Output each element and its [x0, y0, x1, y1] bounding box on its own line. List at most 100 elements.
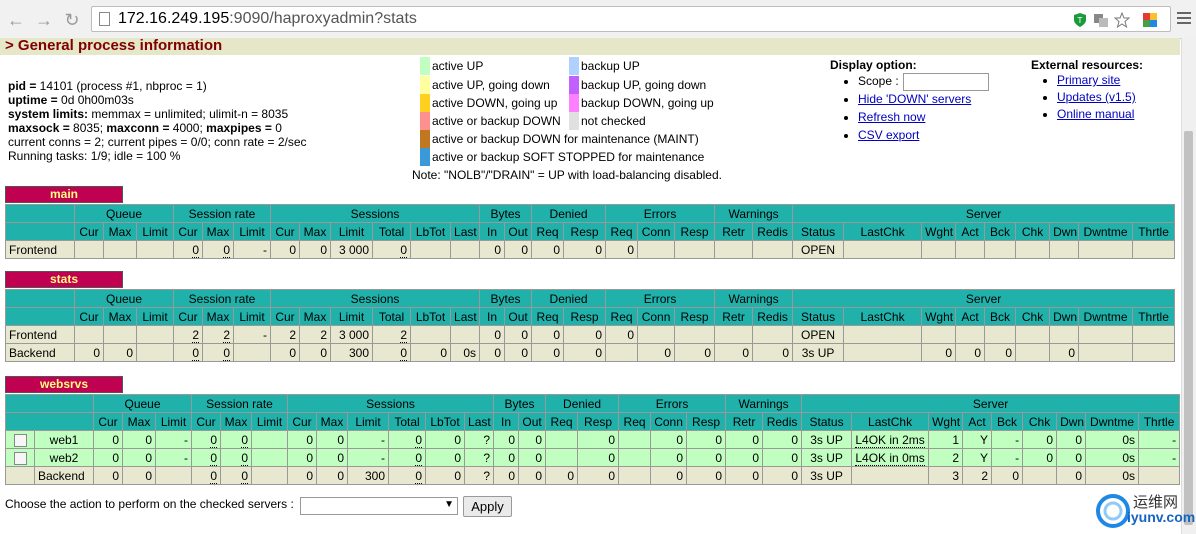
cell-max: 0: [316, 448, 349, 467]
group-header-errors: Errors: [605, 289, 716, 308]
column-header-bck: Bck: [984, 307, 1017, 326]
column-header-chk: Chk: [1022, 412, 1058, 431]
column-header-max: Max: [103, 307, 137, 326]
column-header-cur: Cur: [191, 412, 221, 431]
cell-resp: 0: [686, 466, 727, 485]
cell-last: [450, 240, 481, 259]
cell-dwntme: 0s: [1085, 448, 1140, 467]
scrollbar[interactable]: [1181, 38, 1196, 534]
column-header-total: Total: [372, 307, 412, 326]
cell-retr: 0: [725, 430, 764, 449]
cell-chk: [1015, 343, 1051, 362]
cell-lastchk: L4OK in 2ms: [851, 430, 930, 449]
maxsock-label: maxsock =: [8, 121, 74, 135]
legend-swatch: [569, 112, 579, 130]
cell-resp: 0: [686, 430, 727, 449]
proxy-title-websrvs[interactable]: websrvs: [5, 376, 123, 393]
column-header-max: Max: [220, 412, 252, 431]
shield-extension-icon[interactable]: T: [1072, 12, 1088, 28]
column-header-dwn: Dwn: [1049, 222, 1080, 241]
table-row-backend: Backend 0 0 0 0 0 0 300 0 0? 0 0 0 0 0 0 0 0 3s UP 3 2 0 0 0s: [5, 466, 1181, 485]
server-checkbox-web1[interactable]: [13, 433, 27, 447]
table-group-header: Queue Session rate Sessions Bytes Denied Erro…: [5, 394, 1181, 413]
cell-wght: 3: [928, 466, 964, 485]
group-header-warnings: Warnings: [725, 394, 803, 413]
online-manual-link[interactable]: Online manual: [1057, 107, 1134, 121]
cell-lastchk: [843, 325, 923, 344]
cell-wght: [921, 240, 957, 259]
cell-resp: 0: [577, 430, 620, 449]
column-header-lbtot: LbTot: [410, 307, 452, 326]
column-header-act: Act: [962, 412, 993, 431]
external-resources: External resources: Primary site Updates…: [1031, 58, 1143, 123]
cell-redis: [752, 325, 794, 344]
back-icon[interactable]: ←: [6, 10, 26, 30]
cell-req: 0: [605, 325, 639, 344]
cell-limit: [136, 240, 174, 259]
cell-req: [605, 343, 639, 362]
column-header-dwntme: Dwntme: [1085, 412, 1140, 431]
reload-icon[interactable]: ↻: [62, 10, 82, 30]
cell-lbtot: 0: [410, 343, 452, 362]
scrollbar-thumb[interactable]: [1184, 131, 1193, 525]
cell-dwn: 0: [1056, 466, 1087, 485]
cell-lbtot: [410, 240, 452, 259]
cell-resp: [674, 325, 716, 344]
cell-lbtot: 0: [425, 430, 466, 449]
cell-cur: 0: [93, 448, 123, 467]
row-label: Backend: [34, 466, 94, 485]
cell-cur: 0: [270, 240, 301, 259]
cell-last: 0s: [450, 343, 481, 362]
cell-req: [618, 430, 652, 449]
scope-input[interactable]: [902, 72, 989, 91]
cell-dwn: 0: [1056, 448, 1087, 467]
legend-note: Note: "NOLB"/"DRAIN" = UP with load-bala…: [412, 168, 722, 182]
maxpipes-value: 0: [275, 121, 282, 135]
csv-export-link[interactable]: CSV export: [858, 128, 919, 142]
star-icon[interactable]: [1114, 12, 1130, 28]
primary-site-link[interactable]: Primary site: [1057, 73, 1120, 87]
row-label[interactable]: web2: [34, 448, 94, 467]
hide-down-servers-link[interactable]: Hide 'DOWN' servers: [858, 92, 971, 106]
forward-icon[interactable]: →: [34, 10, 54, 30]
menu-icon[interactable]: [1177, 12, 1191, 26]
watermark: 运维网 iyunv.com: [1095, 487, 1195, 531]
cell-last: [450, 325, 481, 344]
tasks-info: Running tasks: 1/9; idle = 100 %: [8, 149, 181, 163]
action-select[interactable]: ▼: [300, 497, 458, 515]
group-header-errors: Errors: [618, 394, 727, 413]
column-header-limit: Limit: [136, 307, 174, 326]
column-header-dwntme: Dwntme: [1078, 307, 1134, 326]
cell-redis: [752, 240, 794, 259]
address-bar[interactable]: 172.16.249.195:9090/haproxyadmin?stats T: [91, 6, 1171, 32]
proxy-title-main[interactable]: main: [5, 186, 123, 203]
column-header-max: Max: [202, 222, 234, 241]
cell-req: [618, 466, 652, 485]
cell-max: 0: [220, 466, 252, 485]
server-checkbox-web2[interactable]: [13, 451, 27, 465]
column-header-max: Max: [202, 307, 234, 326]
cell-conn: 0: [637, 343, 676, 362]
refresh-now-link[interactable]: Refresh now: [858, 110, 925, 124]
row-label[interactable]: web1: [34, 430, 94, 449]
extension-icon[interactable]: [1142, 12, 1158, 28]
proxy-title-stats[interactable]: stats: [5, 271, 123, 288]
group-header-session-rate: Session rate: [172, 289, 272, 308]
cell-thrtle: [1132, 343, 1176, 362]
updates-link[interactable]: Updates (v1.5): [1057, 90, 1136, 104]
group-header-sessions: Sessions: [270, 289, 481, 308]
apply-button[interactable]: Apply: [463, 496, 512, 517]
column-header-blank: [5, 222, 75, 241]
legend-swatch: [420, 130, 430, 148]
cell-redis: 0: [762, 430, 803, 449]
cell-cur: 0: [173, 343, 203, 362]
cell-retr: [714, 325, 754, 344]
column-header-thrtle: Thrtle: [1132, 222, 1176, 241]
column-header-status: Status: [801, 412, 853, 431]
column-header-limit: Limit: [136, 222, 174, 241]
translate-icon[interactable]: [1093, 12, 1109, 28]
column-header-conn: Conn: [637, 307, 676, 326]
group-header-blank: [5, 204, 75, 223]
cell-max: 0: [122, 430, 156, 449]
cell-max: [103, 240, 137, 259]
